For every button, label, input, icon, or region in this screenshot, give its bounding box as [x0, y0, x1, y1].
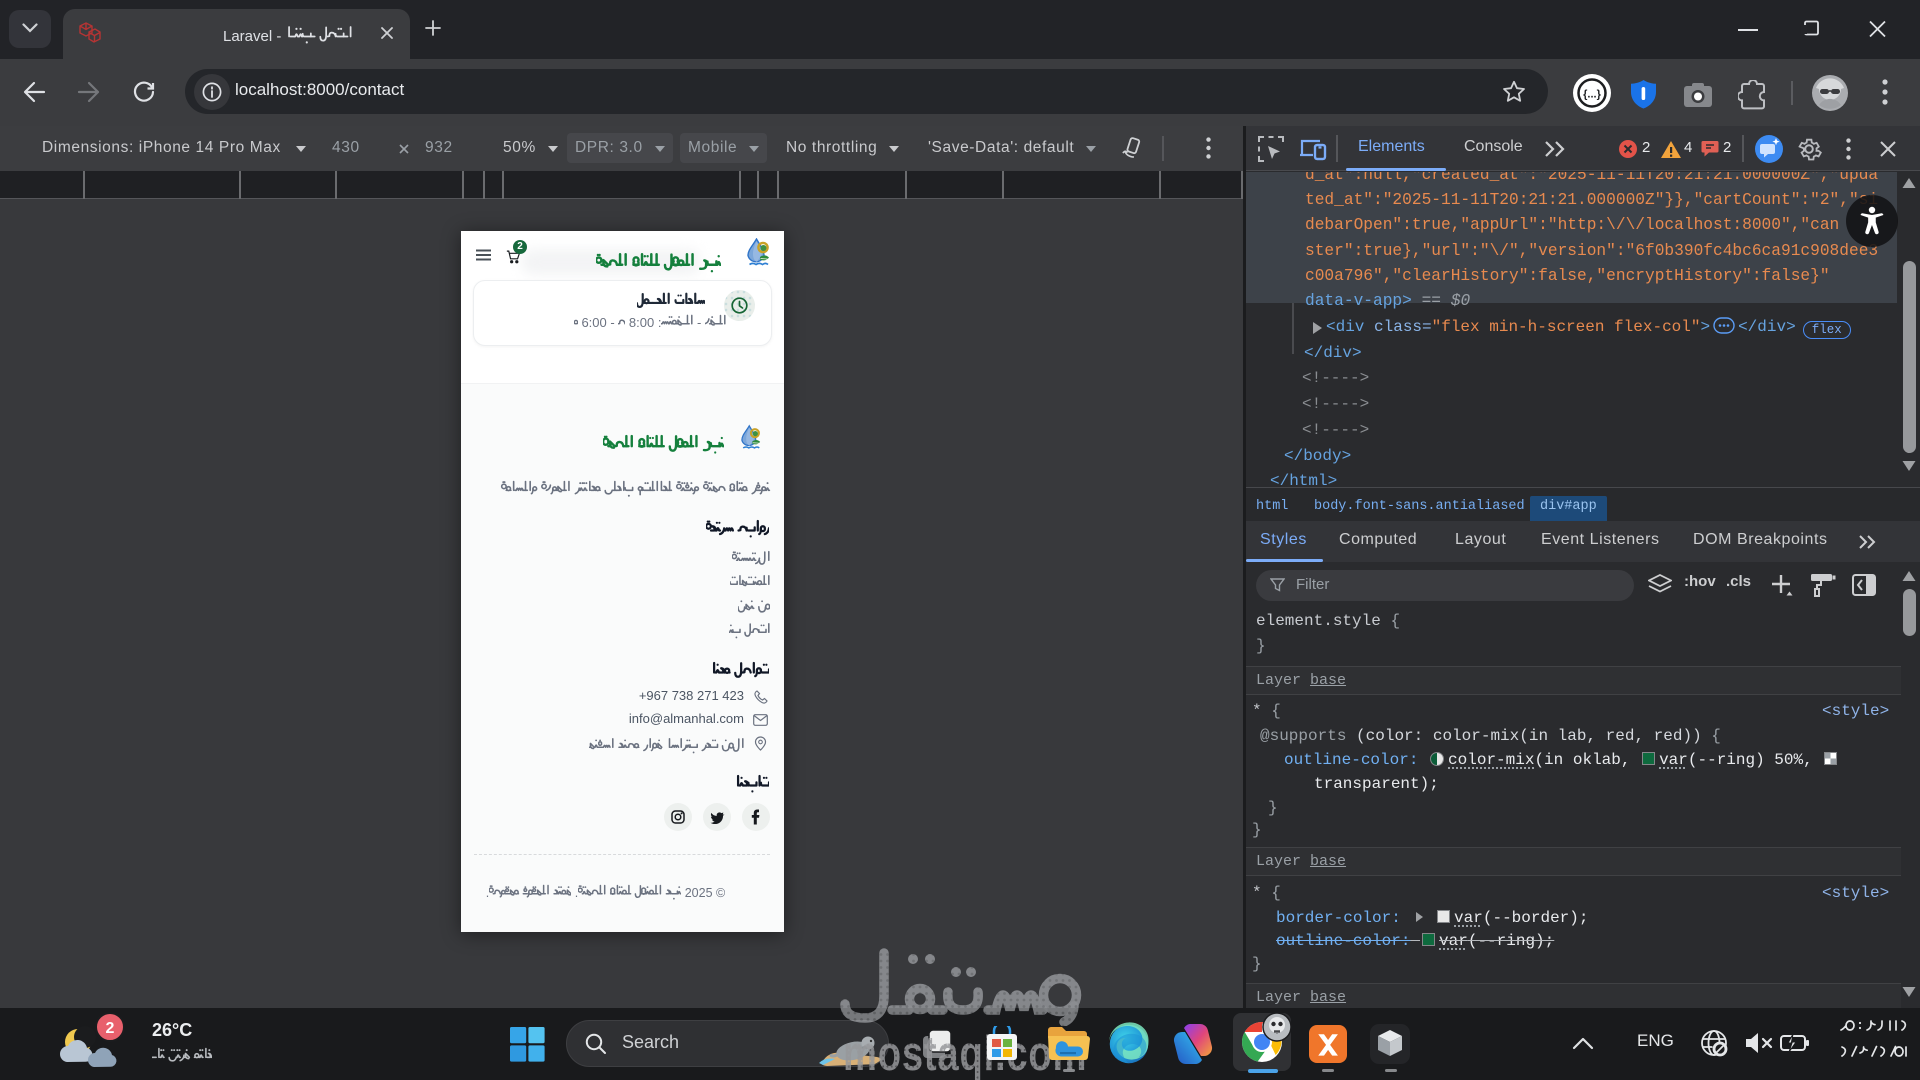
svg-text:{...}: {...} — [1583, 89, 1601, 101]
